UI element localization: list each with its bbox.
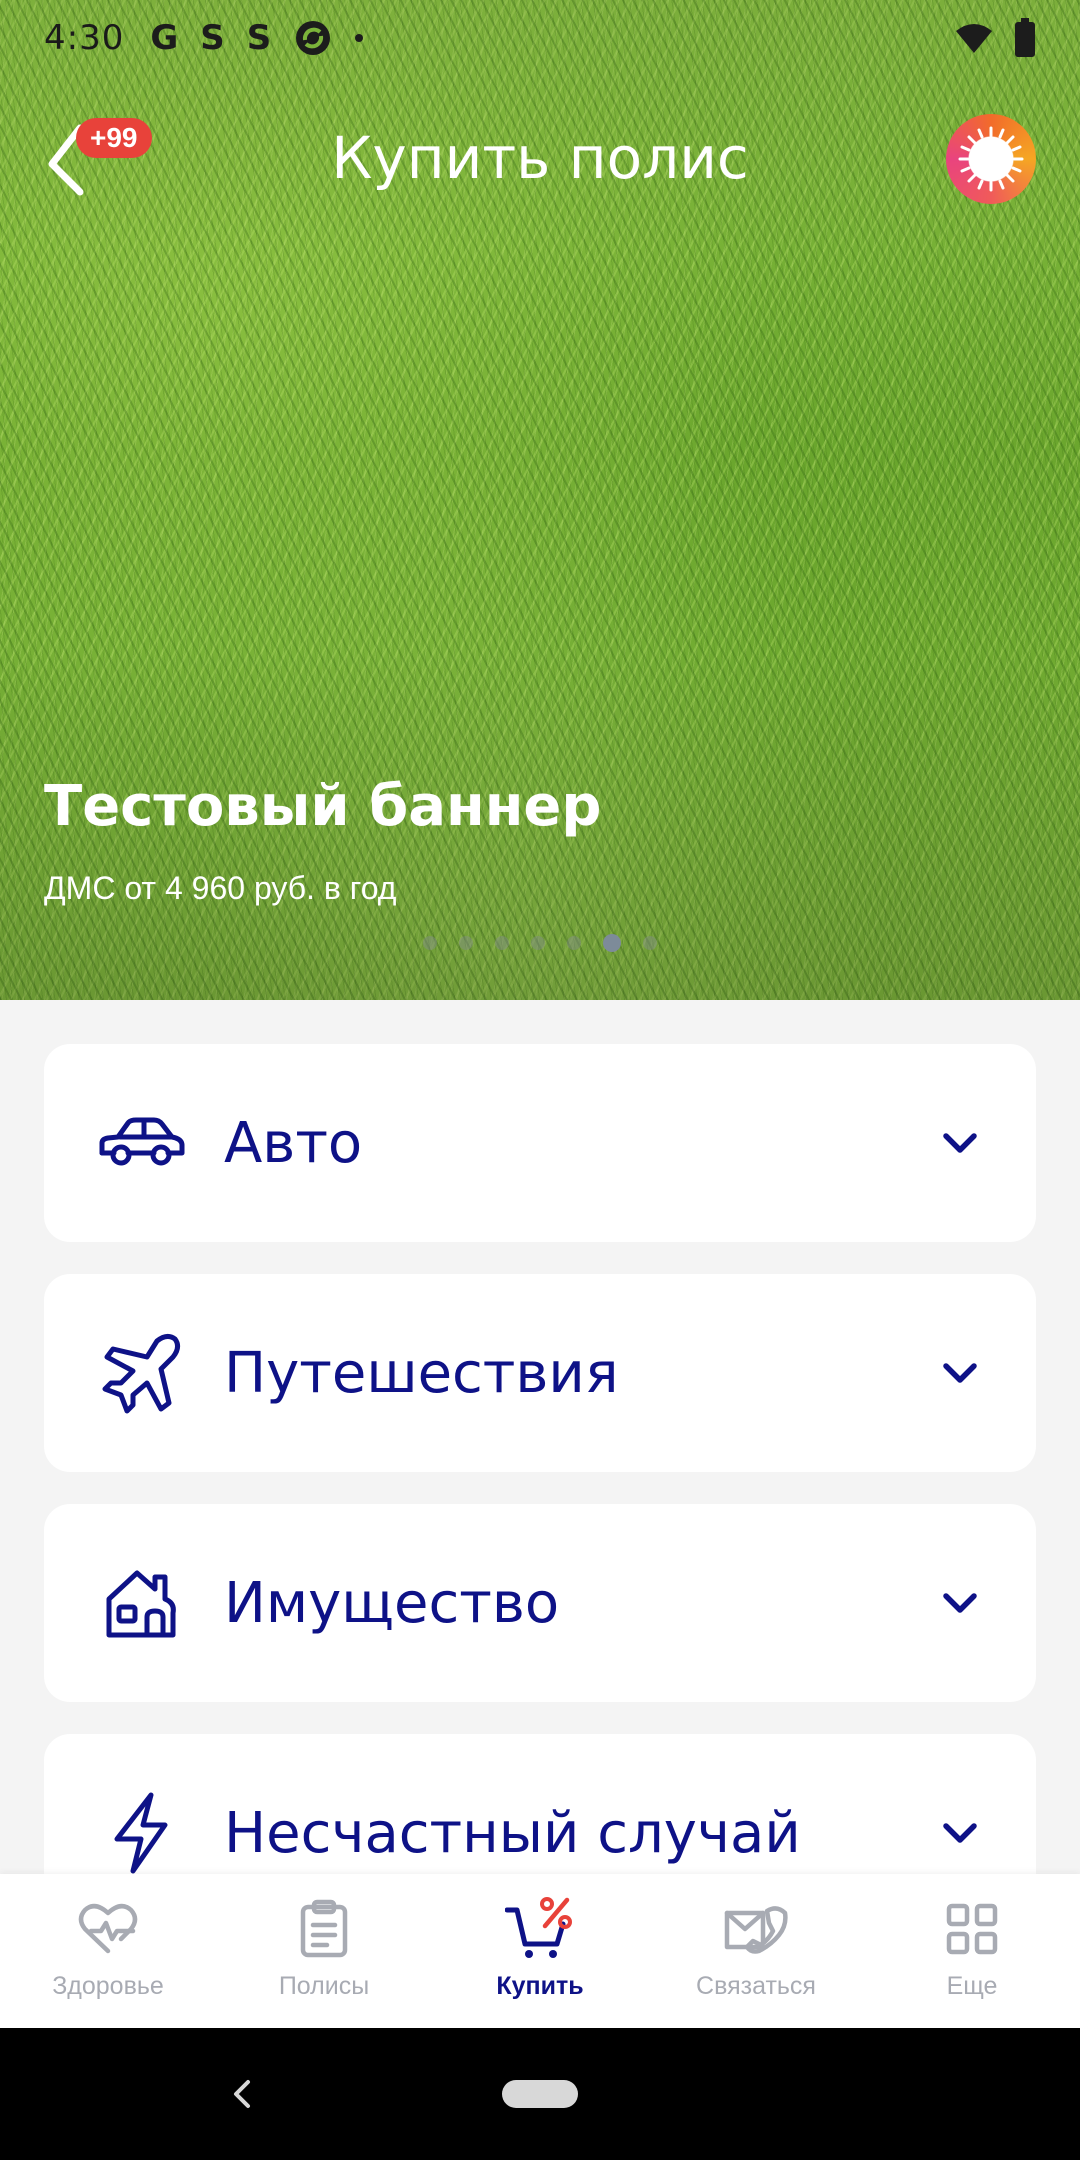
category-label: Путешествия [224, 1340, 619, 1406]
profile-avatar-button[interactable] [946, 114, 1036, 204]
cart-percent-icon [505, 1894, 575, 1964]
wifi-icon [956, 24, 992, 53]
status-time: 4:30 [44, 18, 125, 58]
banner-subtitle: ДМС от 4 960 руб. в год [44, 870, 397, 906]
house-icon [96, 1558, 186, 1648]
carousel-dot[interactable] [495, 936, 509, 950]
carousel-dot[interactable] [567, 936, 581, 950]
nav-contact[interactable]: Связаться [648, 1874, 864, 2028]
carousel-dot[interactable] [531, 936, 545, 950]
nav-label: Купить [496, 1972, 584, 2000]
category-card-travel[interactable]: Путешествия [44, 1274, 1036, 1472]
carousel-dot[interactable] [423, 936, 437, 950]
notification-icons: G S S [150, 18, 364, 58]
lightning-icon [96, 1788, 186, 1878]
spinner-ring-icon [958, 126, 1024, 192]
category-card-property[interactable]: Имущество [44, 1504, 1036, 1702]
sync-icon [296, 21, 331, 55]
carousel-dot-active[interactable] [603, 934, 621, 952]
nav-buy[interactable]: Купить [432, 1874, 648, 2028]
nav-label: Здоровье [52, 1972, 164, 2000]
more-notifications-dot [355, 34, 364, 42]
nav-more[interactable]: Еще [864, 1874, 1080, 2028]
battery-icon [1015, 18, 1035, 57]
nav-label: Связаться [696, 1972, 816, 2000]
system-home-pill[interactable] [502, 2080, 578, 2108]
nav-label: Еще [946, 1972, 998, 2000]
category-label: Несчастный случай [224, 1800, 801, 1866]
nav-label: Полисы [278, 1972, 370, 2000]
airplane-icon [96, 1328, 186, 1418]
car-icon [96, 1098, 186, 1188]
clipboard-icon [289, 1894, 359, 1964]
chevron-down-icon [943, 1363, 977, 1383]
chevron-down-icon [943, 1823, 977, 1843]
google-icon: G [150, 18, 179, 58]
system-back-icon[interactable] [222, 2074, 262, 2114]
notification-s-icon-2: S [246, 18, 272, 58]
heart-pulse-icon [73, 1894, 143, 1964]
notification-s-icon: S [200, 18, 225, 58]
banner-title: Тестовый баннер [44, 774, 602, 839]
category-label: Имущество [224, 1570, 560, 1636]
category-list: Авто Путешествия Имущество Несчастный сл… [44, 1044, 1036, 1964]
category-card-auto[interactable]: Авто [44, 1044, 1036, 1242]
envelope-phone-icon [721, 1894, 791, 1964]
nav-policies[interactable]: Полисы [216, 1874, 432, 2028]
carousel-dot[interactable] [459, 936, 473, 950]
system-navigation-bar [0, 2028, 1080, 2160]
nav-health[interactable]: Здоровье [0, 1874, 216, 2028]
category-label: Авто [224, 1110, 363, 1176]
grid-icon [937, 1894, 1007, 1964]
hero-banner[interactable]: 4:30 G S S +99 Купить полис Тестовый бан… [0, 0, 1080, 1000]
carousel-pagination[interactable] [0, 934, 1080, 952]
status-bar: 4:30 G S S [0, 0, 1080, 76]
page-title: Купить полис [331, 124, 749, 192]
bottom-navigation: Здоровье Полисы Купить Связаться Еще [0, 1874, 1080, 2028]
chevron-down-icon [943, 1593, 977, 1613]
chevron-down-icon [943, 1133, 977, 1153]
top-navigation: +99 Купить полис [0, 100, 1080, 220]
carousel-dot[interactable] [643, 936, 657, 950]
